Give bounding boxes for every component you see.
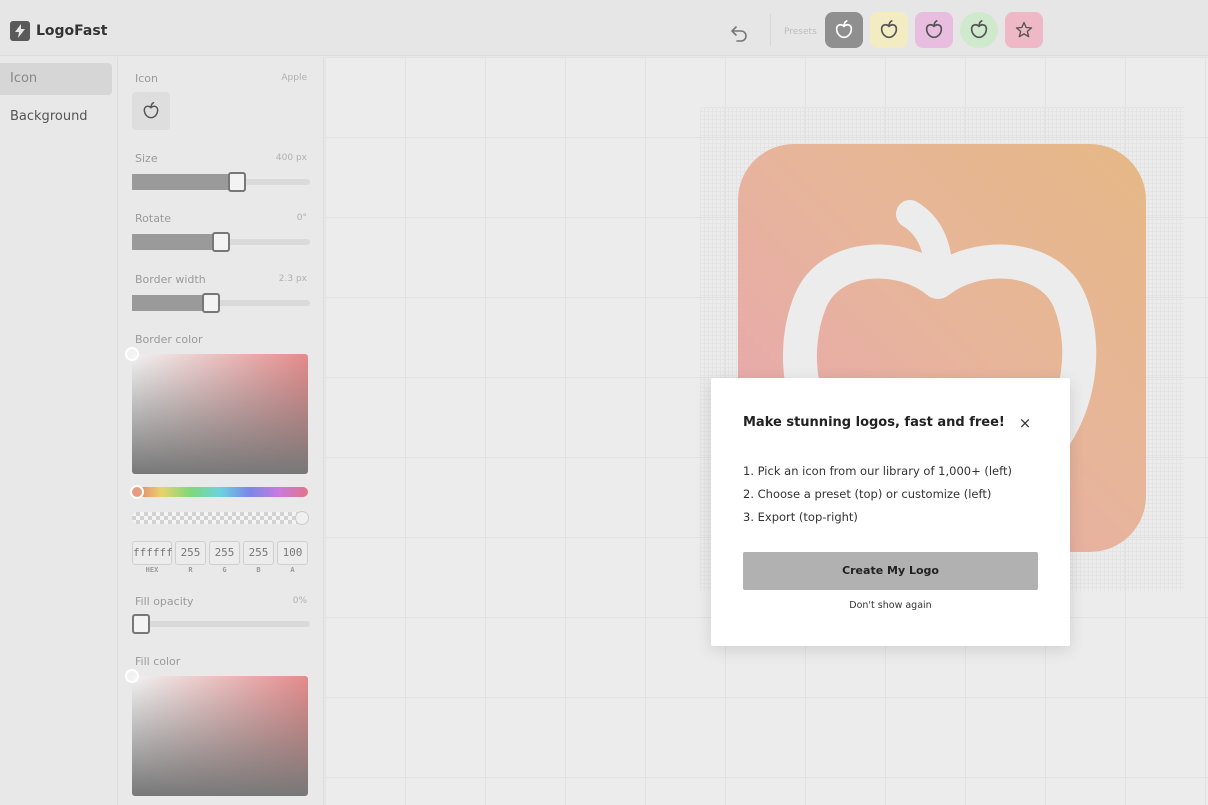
fill-opacity-slider-thumb[interactable] [132,614,150,634]
alpha-slider-thumb[interactable] [295,511,309,525]
g-input[interactable]: 255 [209,541,240,565]
lightning-icon [10,21,30,41]
preset-4-button[interactable] [960,12,998,48]
preset-5-button[interactable] [1005,12,1043,48]
border-width-slider-thumb[interactable] [202,293,220,313]
g-caption: G [222,566,227,574]
onboarding-modal: Make stunning logos, fast and free! × 1.… [711,378,1070,646]
border-color-picker[interactable] [125,347,308,474]
border-width-label: Border width [135,273,206,286]
icon-label: Icon [135,72,158,85]
apple-icon [835,20,853,39]
a-caption: A [290,566,295,574]
app-name: LogoFast [36,23,108,39]
border-width-slider[interactable] [132,293,310,313]
apple-icon [925,20,943,39]
rotate-value: 0° [296,213,307,223]
border-color-label: Border color [135,333,203,346]
nav-item-icon[interactable]: Icon [0,63,112,95]
border-width-value: 2.3 px [278,274,307,284]
presets-label: Presets [784,27,817,37]
fill-color-handle[interactable] [125,669,139,683]
dont-show-again-link[interactable]: Don't show again [711,600,1070,611]
modal-step-3: 3. Export (top-right) [743,510,858,524]
apple-icon [880,20,898,39]
size-slider[interactable] [132,172,310,192]
hex-caption: HEX [145,566,159,574]
a-input[interactable]: 100 [277,541,308,565]
rotate-label: Rotate [135,212,172,225]
rotate-slider-fill [132,234,220,250]
modal-step-2: 2. Choose a preset (top) or customize (l… [743,487,992,501]
left-nav: Icon Background [0,57,118,805]
preset-2-button[interactable] [870,12,908,48]
close-icon[interactable]: × [1016,414,1034,432]
r-input[interactable]: 255 [175,541,206,565]
apple-icon [143,101,159,119]
alpha-slider[interactable] [132,511,309,525]
b-input[interactable]: 255 [243,541,274,565]
r-caption: R [188,566,193,574]
fill-opacity-value: 0% [292,596,307,606]
preset-1-button[interactable] [825,12,863,48]
brand[interactable]: LogoFast [10,21,107,41]
top-bar: LogoFast Presets [0,0,1208,56]
size-slider-fill [132,174,236,190]
rotate-slider[interactable] [132,232,310,252]
undo-icon[interactable] [727,20,751,44]
settings-panel: Icon Apple Size 400 px Rotate 0° Border … [119,57,324,805]
nav-item-background[interactable]: Background [0,101,112,133]
border-color-handle[interactable] [125,347,139,361]
fill-opacity-slider[interactable] [132,614,310,634]
create-logo-button[interactable]: Create My Logo [743,552,1038,590]
preset-3-button[interactable] [915,12,953,48]
modal-title: Make stunning logos, fast and free! [743,415,1005,430]
apple-icon [970,20,988,39]
size-label: Size [135,152,158,165]
modal-step-1: 1. Pick an icon from our library of 1,00… [743,464,1012,478]
size-value: 400 px [275,153,307,163]
border-width-slider-fill [132,295,210,311]
size-slider-thumb[interactable] [228,172,246,192]
hue-slider-thumb[interactable] [130,485,144,499]
hue-slider[interactable] [130,485,308,499]
icon-value: Apple [281,73,307,83]
icon-picker-button[interactable] [132,92,170,130]
fill-opacity-label: Fill opacity [135,595,194,608]
toolbar-divider [770,14,771,46]
rotate-slider-thumb[interactable] [212,232,230,252]
b-caption: B [256,566,261,574]
fill-color-picker[interactable] [125,669,308,796]
star-icon [1015,21,1033,38]
hex-input[interactable]: ffffff [132,541,173,565]
fill-color-label: Fill color [135,655,181,668]
